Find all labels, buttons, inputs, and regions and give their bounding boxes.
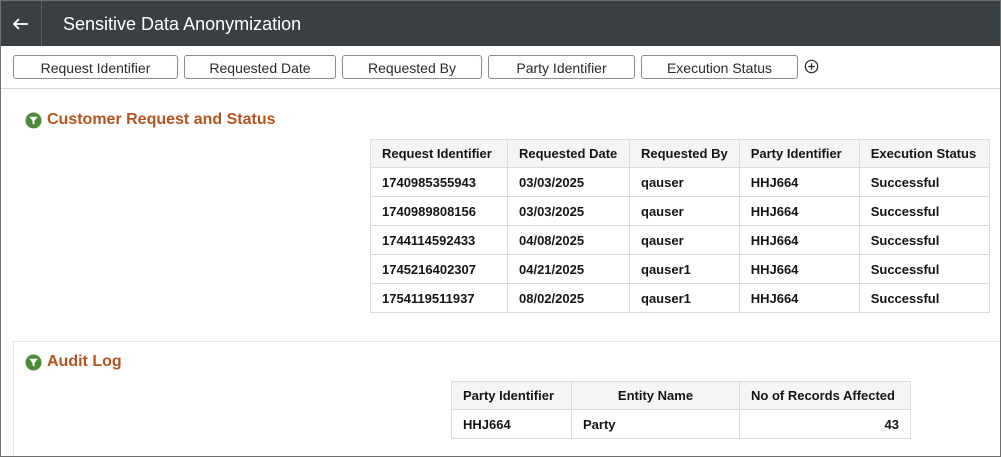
- filter-chip-request-identifier[interactable]: Request Identifier: [13, 55, 178, 79]
- column-header-party-identifier[interactable]: Party Identifier: [451, 381, 572, 410]
- cell-requested-date: 04/21/2025: [507, 254, 630, 284]
- section-border: [13, 341, 14, 456]
- customer-section-label: Customer Request and Status: [47, 111, 276, 128]
- filter-chip-requested-date[interactable]: Requested Date: [184, 55, 336, 79]
- table-row[interactable]: 1740985355943 03/03/2025 qauser HHJ664 S…: [370, 167, 990, 197]
- table-row[interactable]: 1744114592433 04/08/2025 qauser HHJ664 S…: [370, 225, 990, 255]
- cell-requested-date: 08/02/2025: [507, 283, 630, 313]
- column-header-request-identifier[interactable]: Request Identifier: [370, 139, 508, 168]
- filter-funnel-icon[interactable]: [25, 353, 42, 371]
- filter-chip-party-identifier[interactable]: Party Identifier: [488, 55, 635, 79]
- table-row[interactable]: 1740989808156 03/03/2025 qauser HHJ664 S…: [370, 196, 990, 226]
- column-header-requested-by[interactable]: Requested By: [629, 139, 740, 168]
- audit-log-table: Party Identifier Entity Name No of Recor…: [451, 381, 911, 439]
- cell-execution-status: Successful: [858, 225, 990, 255]
- filter-chip-requested-by[interactable]: Requested By: [342, 55, 482, 79]
- table-row[interactable]: 1745216402307 04/21/2025 qauser1 HHJ664 …: [370, 254, 990, 284]
- cell-execution-status: Successful: [858, 254, 990, 284]
- customer-section-title: Customer Request and Status: [25, 111, 275, 129]
- cell-request-identifier: 1744114592433: [370, 225, 508, 255]
- cell-request-identifier: 1740989808156: [370, 196, 508, 226]
- customer-request-table: Request Identifier Requested Date Reques…: [370, 139, 990, 313]
- cell-requested-by: qauser1: [629, 254, 740, 284]
- cell-requested-date: 03/03/2025: [507, 167, 630, 197]
- column-header-party-identifier[interactable]: Party Identifier: [738, 139, 860, 168]
- cell-requested-by: qauser: [629, 167, 740, 197]
- cell-party-identifier: HHJ664: [738, 283, 860, 313]
- cell-party-identifier: HHJ664: [738, 254, 860, 284]
- filter-funnel-icon[interactable]: [25, 111, 42, 129]
- filter-bar: Request Identifier Requested Date Reques…: [1, 46, 1000, 89]
- page-header: Sensitive Data Anonymization: [1, 1, 1000, 46]
- cell-requested-by: qauser: [629, 196, 740, 226]
- cell-execution-status: Successful: [858, 283, 990, 313]
- cell-party-identifier: HHJ664: [451, 409, 572, 439]
- column-header-entity-name[interactable]: Entity Name: [571, 381, 740, 410]
- cell-request-identifier: 1740985355943: [370, 167, 508, 197]
- app-frame: Sensitive Data Anonymization Request Ide…: [0, 0, 1001, 457]
- cell-request-identifier: 1754119511937: [370, 283, 508, 313]
- cell-entity-name: Party: [571, 409, 740, 439]
- cell-requested-date: 03/03/2025: [507, 196, 630, 226]
- table-row[interactable]: HHJ664 Party 43: [451, 409, 911, 439]
- cell-requested-by: qauser1: [629, 283, 740, 313]
- cell-party-identifier: HHJ664: [738, 225, 860, 255]
- filter-chip-execution-status[interactable]: Execution Status: [641, 55, 798, 79]
- column-header-execution-status[interactable]: Execution Status: [858, 139, 990, 168]
- cell-party-identifier: HHJ664: [738, 167, 860, 197]
- cell-requested-by: qauser: [629, 225, 740, 255]
- cell-request-identifier: 1745216402307: [370, 254, 508, 284]
- page-title: Sensitive Data Anonymization: [63, 14, 302, 34]
- add-filter-icon[interactable]: [804, 59, 819, 74]
- audit-section-label: Audit Log: [47, 353, 122, 370]
- arrow-left-icon: [13, 17, 28, 30]
- cell-records-affected: 43: [739, 409, 911, 439]
- table-header-row: Request Identifier Requested Date Reques…: [370, 139, 990, 168]
- table-header-row: Party Identifier Entity Name No of Recor…: [451, 381, 911, 410]
- cell-execution-status: Successful: [858, 196, 990, 226]
- cell-party-identifier: HHJ664: [738, 196, 860, 226]
- cell-execution-status: Successful: [858, 167, 990, 197]
- section-divider: [13, 341, 1000, 342]
- back-button[interactable]: [1, 1, 42, 46]
- audit-section-title: Audit Log: [25, 353, 122, 371]
- column-header-records-affected[interactable]: No of Records Affected: [739, 381, 911, 410]
- table-row[interactable]: 1754119511937 08/02/2025 qauser1 HHJ664 …: [370, 283, 990, 313]
- cell-requested-date: 04/08/2025: [507, 225, 630, 255]
- column-header-requested-date[interactable]: Requested Date: [507, 139, 630, 168]
